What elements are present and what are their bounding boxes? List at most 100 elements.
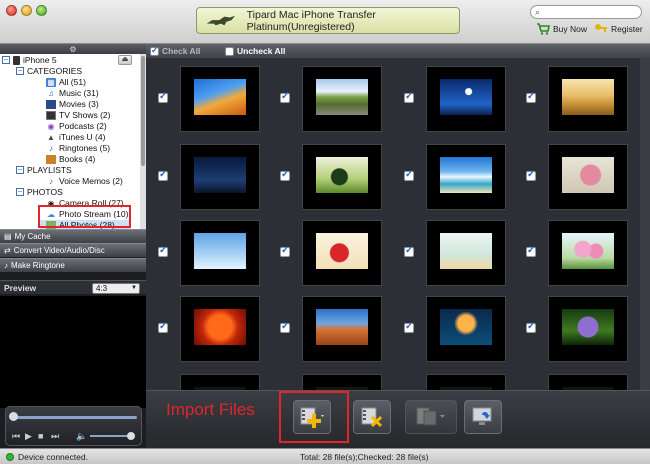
export-to-library-button[interactable]: [464, 400, 502, 434]
check-all-toggle[interactable]: Check All: [150, 45, 201, 56]
photo-thumbnail-frame[interactable]: [180, 220, 260, 286]
convert-button[interactable]: ⇄ Convert Video/Audio/Disc: [0, 243, 146, 257]
photo-thumbnail-frame[interactable]: [548, 296, 628, 362]
tree-item-books[interactable]: Books (4): [46, 154, 95, 164]
photo-checkbox[interactable]: [526, 91, 536, 103]
collapse-toggle-icon[interactable]: −: [16, 166, 24, 174]
photo-checkbox[interactable]: [280, 169, 290, 181]
photo-thumbnail-frame[interactable]: [426, 374, 506, 390]
tree-item-music[interactable]: ♫ Music (31): [46, 88, 99, 98]
photo-thumbnail-frame[interactable]: [426, 220, 506, 286]
photo-thumbnail-frame[interactable]: [180, 296, 260, 362]
photo-checkbox[interactable]: [526, 245, 536, 257]
aspect-ratio-select[interactable]: 4:3 ▼: [92, 283, 140, 294]
remove-files-button[interactable]: [353, 400, 391, 434]
photo-thumbnail-frame[interactable]: [302, 66, 382, 132]
scrollbar-thumb[interactable]: [141, 56, 145, 166]
tree-item-tv-shows[interactable]: TV Shows (2): [46, 110, 111, 120]
eject-button[interactable]: ⏏: [118, 55, 132, 65]
photo-thumbnail-frame[interactable]: [180, 66, 260, 132]
photo-thumbnail-frame[interactable]: [548, 144, 628, 210]
tree-item-ringtones[interactable]: ♪ Ringtones (5): [46, 143, 110, 153]
photo-thumbnail-frame[interactable]: [302, 374, 382, 390]
photo-checkbox[interactable]: [158, 91, 168, 103]
tree-item-all[interactable]: ▦ All (51): [46, 77, 86, 87]
search-input[interactable]: [545, 7, 635, 17]
tree-item-itunes-u[interactable]: ▲ iTunes U (4): [46, 132, 105, 142]
tree-item-label: Voice Memos (2): [59, 176, 123, 186]
photo-checkbox[interactable]: [404, 321, 414, 333]
photo-thumbnail-frame[interactable]: [548, 374, 628, 390]
buy-now-button[interactable]: Buy Now: [536, 23, 587, 35]
photo-thumbnail-frame[interactable]: [302, 144, 382, 210]
seek-knob[interactable]: [9, 412, 18, 421]
all-photos-highlight: [38, 205, 131, 228]
photo-thumbnail-frame[interactable]: [548, 220, 628, 286]
title-bar: Tipard Mac iPhone Transfer Platinum(Unre…: [0, 0, 650, 44]
photo-checkbox[interactable]: [158, 321, 168, 333]
tree-item-label: Podcasts (2): [59, 121, 107, 131]
photo-thumbnail-frame[interactable]: [180, 374, 260, 390]
zoom-window-button[interactable]: [36, 5, 47, 16]
photos-header: PHOTOS: [27, 187, 63, 197]
volume-knob[interactable]: [127, 432, 135, 440]
photo-thumbnail: [316, 79, 368, 115]
tree-item-label: iTunes U (4): [59, 132, 106, 142]
tree-item-movies[interactable]: Movies (3): [46, 99, 99, 109]
seek-bar[interactable]: [12, 416, 137, 419]
check-all-checkbox[interactable]: [150, 45, 159, 56]
preview-label: Preview: [4, 283, 37, 293]
collapse-toggle-icon[interactable]: −: [16, 188, 24, 196]
playlists-header-row[interactable]: − PLAYLISTS: [16, 165, 72, 175]
all-icon: ▦: [46, 77, 56, 87]
uncheck-all-checkbox[interactable]: [225, 46, 234, 56]
photo-checkbox[interactable]: [526, 321, 536, 333]
photo-checkbox[interactable]: [280, 245, 290, 257]
photo-checkbox[interactable]: [280, 91, 290, 103]
uncheck-all-toggle[interactable]: Uncheck All: [225, 46, 285, 56]
photo-thumbnail-frame[interactable]: [302, 220, 382, 286]
photo-thumbnail-frame[interactable]: [302, 296, 382, 362]
register-button[interactable]: Register: [594, 23, 643, 35]
tree-item-podcasts[interactable]: ◉ Podcasts (2): [46, 121, 107, 131]
play-icon[interactable]: ▶: [25, 431, 32, 442]
photos-header-row[interactable]: − PHOTOS: [16, 187, 63, 197]
photo-checkbox[interactable]: [404, 169, 414, 181]
tree-device-row[interactable]: − iPhone 5: [2, 55, 57, 65]
photo-checkbox[interactable]: [404, 91, 414, 103]
photo-thumbnail-frame[interactable]: [180, 144, 260, 210]
convert-label: Convert Video/Audio/Disc: [13, 246, 105, 255]
gear-icon[interactable]: ⚙: [69, 45, 76, 54]
photo-checkbox[interactable]: [280, 321, 290, 333]
categories-header-row[interactable]: − CATEGORIES: [16, 66, 82, 76]
photo-thumbnail-frame[interactable]: [426, 296, 506, 362]
volume-slider[interactable]: [90, 435, 132, 437]
close-window-button[interactable]: [6, 5, 17, 16]
tree-item-voice-memos[interactable]: ♪ Voice Memos (2): [46, 176, 123, 186]
photo-checkbox[interactable]: [404, 245, 414, 257]
photo-thumbnail-frame[interactable]: [426, 144, 506, 210]
volume-icon[interactable]: 🔈: [76, 431, 87, 442]
collapse-toggle-icon[interactable]: −: [2, 56, 10, 64]
check-all-label: Check All: [162, 46, 201, 56]
photo-checkbox[interactable]: [526, 169, 536, 181]
photo-thumbnail: [316, 309, 368, 345]
photo-checkbox[interactable]: [158, 245, 168, 257]
photo-thumbnail-frame[interactable]: [426, 66, 506, 132]
collapse-toggle-icon[interactable]: −: [16, 67, 24, 75]
photo-checkbox[interactable]: [158, 169, 168, 181]
make-ringtone-button[interactable]: ♪ Make Ringtone: [0, 258, 146, 272]
export-to-device-button[interactable]: [405, 400, 457, 434]
stop-icon[interactable]: ■: [38, 431, 43, 441]
minimize-window-button[interactable]: [21, 5, 32, 16]
connection-status: Device connected.: [18, 452, 88, 462]
search-field[interactable]: ⌕: [530, 5, 642, 19]
next-icon[interactable]: ⏭: [51, 431, 59, 442]
tree-item-label: Books (4): [59, 154, 96, 164]
grid-scrollbar[interactable]: [640, 58, 650, 390]
export-monitor-icon: [472, 407, 492, 425]
photo-thumbnail-frame[interactable]: [548, 66, 628, 132]
previous-icon[interactable]: ⏮: [12, 431, 20, 442]
my-cache-button[interactable]: ▤ My Cache: [0, 229, 146, 243]
ringtone-icon: ♪: [4, 261, 8, 270]
